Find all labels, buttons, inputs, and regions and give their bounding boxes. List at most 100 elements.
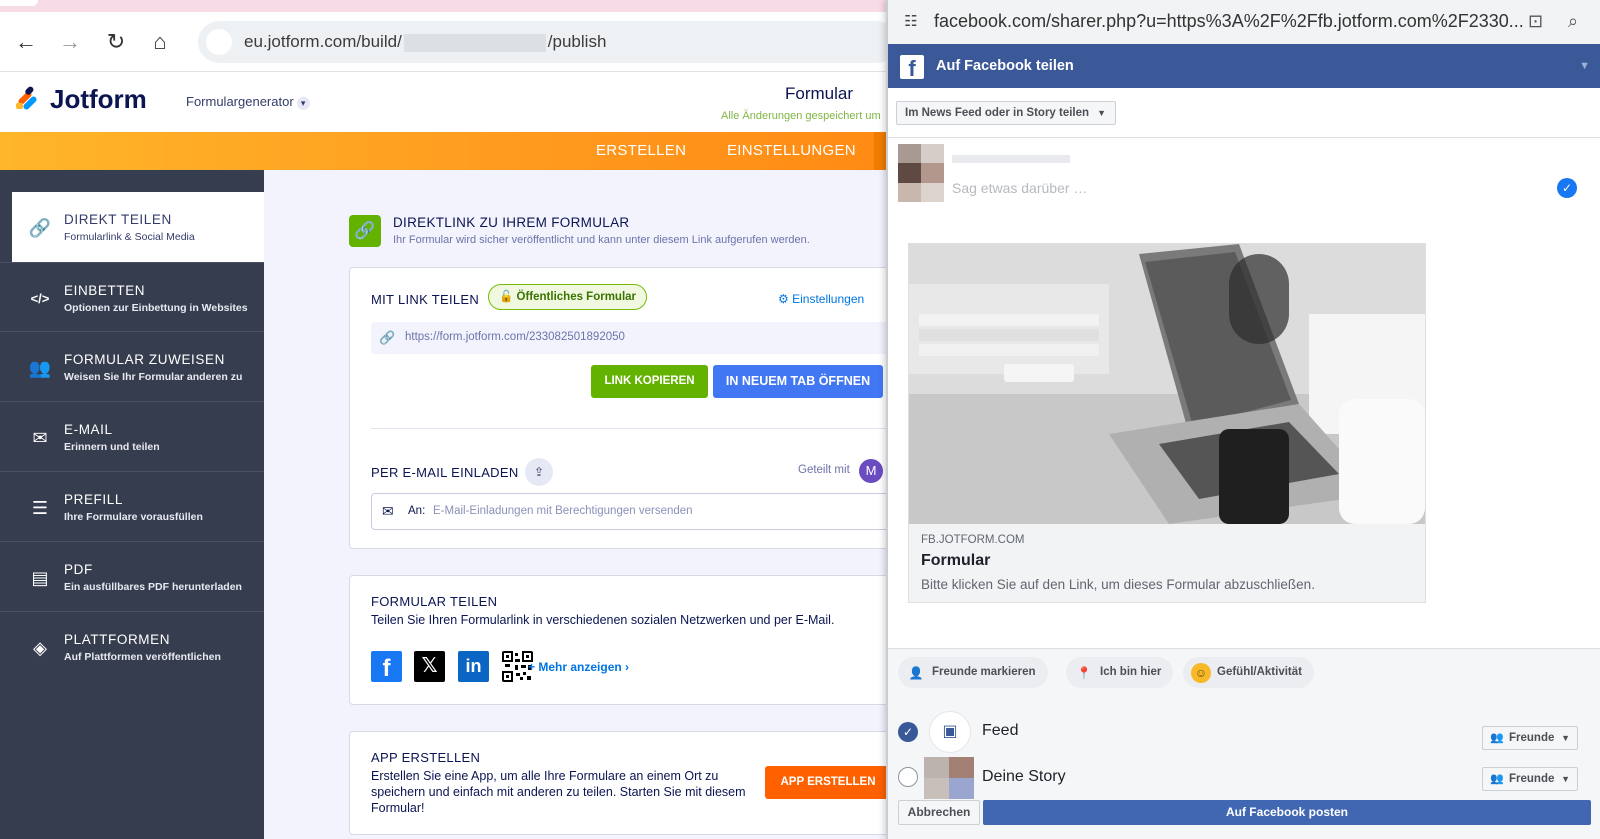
users-icon: 👥 [28,358,52,378]
app-description-line3: Formular! [371,801,425,815]
preview-description: Bitte klicken Sie auf den Link, um diese… [921,577,1315,592]
app-label: APP ERSTELLEN [371,750,481,765]
friends-icon: 👥 [1490,773,1504,785]
sidebar-item-plattformen[interactable]: ◈ PLATTFORMEN Auf Plattformen veröffentl… [0,612,264,682]
facebook-header: f Auf Facebook teilen ▼ [888,44,1600,88]
sidebar-item-einbetten[interactable]: </> EINBETTEN Optionen zur Einbettung in… [0,262,264,332]
sidebar-item-formular-zuweisen[interactable]: 👥 FORMULAR ZUWEISEN Weisen Sie Ihr Formu… [0,332,264,402]
feed-audience-select[interactable]: 👥 Freunde ▼ [1482,726,1578,750]
story-audience-select[interactable]: 👥 Freunde ▼ [1482,767,1578,791]
copy-link-button[interactable]: LINK KOPIEREN [591,365,708,398]
cancel-button[interactable]: Abbrechen [898,800,980,825]
saved-status: Alle Änderungen gespeichert um [721,110,881,122]
tag-friends-button[interactable]: 👤 Freunde markieren [898,657,1048,688]
facebook-header-title: Auf Facebook teilen [936,58,1074,74]
story-audience-label: Freunde [1509,773,1555,785]
tab-publish-edge[interactable] [874,132,886,170]
link-icon: 🔗 [28,218,52,238]
caret-down-icon: ▼ [1561,733,1570,743]
sidebar-item-subtitle: Weisen Sie Ihr Formular anderen zu [64,371,243,383]
settings-label: Einstellungen [792,292,865,306]
form-url-field[interactable]: 🔗 https://form.jotform.com/2330825018920… [371,322,911,354]
back-icon[interactable]: ← [14,30,38,54]
tab-einstellungen[interactable]: EINSTELLUNGEN [727,142,856,159]
feeling-activity-button[interactable]: ☺ Gefühl/Aktivität [1183,657,1314,688]
share-target-select[interactable]: Im News Feed oder in Story teilen ▼ [896,101,1117,125]
check-icon: ✓ [1557,178,1577,198]
redacted-segment [403,33,546,52]
preview-image [909,244,1425,524]
form-title[interactable]: Formular [785,84,853,104]
publish-main: 🔗 DIREKTLINK ZU IHREM FORMULAR Ihr Formu… [264,170,911,839]
direct-link-subtitle: Ihr Formular wird sicher veröffentlicht … [393,234,810,246]
sidebar-item-subtitle: Formularlink & Social Media [64,231,195,243]
home-icon[interactable]: ⌂ [148,30,172,54]
chevron-down-icon: ▾ [296,97,310,110]
site-settings-icon[interactable] [206,29,232,55]
divider [371,428,911,429]
show-more-link[interactable]: + Mehr anzeigen › [528,660,629,674]
app-card: APP ERSTELLEN Erstellen Sie eine App, um… [349,731,909,835]
envelope-icon: ✉ [32,428,48,448]
zoom-icon[interactable]: ⌕ [1568,11,1578,32]
email-invite-input[interactable]: ✉ An: E-Mail-Einladungen mit Berechtigun… [371,493,911,530]
forward-icon[interactable]: → [58,30,82,54]
story-radio[interactable] [898,767,918,787]
post-text-input[interactable]: Sag etwas darüber … [952,180,1087,196]
email-invite-label: PER E-MAIL EINLADEN [371,465,519,480]
app-description-line2: speichern und einfach mit anderen zu tei… [371,785,746,799]
sidebar-item-e-mail[interactable]: ✉ E-MAIL Erinnern und teilen [0,402,264,472]
feed-radio[interactable]: ✓ [898,722,918,742]
facebook-share-window: ☷ facebook.com/sharer.php?u=https%3A%2F%… [886,0,1600,839]
facebook-icon[interactable]: f [371,651,402,682]
create-app-button[interactable]: APP ERSTELLEN [765,766,891,799]
caret-down-icon[interactable]: ▼ [1579,60,1590,72]
check-in-label: Ich bin hier [1100,666,1162,678]
story-label: Deine Story [982,768,1066,785]
sidebar-item-direkt-teilen[interactable]: 🔗 DIREKT TEILEN Formularlink & Social Me… [12,192,264,262]
popup-url[interactable]: facebook.com/sharer.php?u=https%3A%2F%2F… [934,11,1524,32]
sidebar-item-subtitle: Ein ausfüllbares PDF herunterladen [64,581,242,593]
publish-sidebar: 🔗 DIREKT TEILEN Formularlink & Social Me… [0,170,264,839]
share-link-card: MIT LINK TEILEN 🔓 Öffentliches Formular … [349,267,911,549]
open-new-tab-button[interactable]: IN NEUEM TAB ÖFFNEN [713,365,883,398]
avatar[interactable]: M [859,459,883,483]
post-to-facebook-button[interactable]: Auf Facebook posten [983,800,1591,825]
check-in-button[interactable]: 📍 Ich bin hier [1066,657,1174,688]
sidebar-item-subtitle: Auf Plattformen veröffentlichen [64,651,221,663]
sidebar-item-title: PLATTFORMEN [64,632,171,647]
to-label: An: [408,505,426,517]
sidebar-item-pdf[interactable]: ▤ PDF Ein ausfüllbares PDF herunterladen [0,542,264,612]
facebook-icon: f [900,55,924,81]
sidebar-item-prefill[interactable]: ☰ PREFILL Ihre Formulare vorausfüllen [0,472,264,542]
smiley-icon: ☺ [1191,663,1211,683]
link-icon: 🔗 [379,330,396,345]
address-bar[interactable]: eu.jotform.com/build//publish [198,21,898,63]
reload-icon[interactable]: ↻ [104,30,128,54]
preview-title: Formular [921,552,991,569]
settings-link[interactable]: ⚙ Einstellungen [778,292,864,306]
location-pin-icon: 📍 [1076,666,1092,680]
sidebar-item-title: PREFILL [64,492,123,507]
logo-text[interactable]: Jotform [50,84,147,115]
link-preview[interactable]: FB.JOTFORM.COM Formular Bitte klicken Si… [908,243,1426,603]
caret-down-icon: ▼ [1561,774,1570,784]
install-icon[interactable]: ⊡ [1528,11,1543,32]
public-form-badge[interactable]: 🔓 Öffentliches Formular [488,284,648,310]
divider [888,137,1600,138]
tab-erstellen[interactable]: ERSTELLEN [596,142,686,159]
user-avatar [898,144,944,202]
form-generator-label: Formulargenerator [186,94,294,109]
email-placeholder: E-Mail-Einladungen mit Berechtigungen ve… [433,505,693,517]
linkedin-icon[interactable]: in [458,651,489,682]
form-generator-menu[interactable]: Formulargenerator ▾ [186,94,310,110]
x-icon[interactable]: 𝕏 [414,651,445,682]
tag-friends-icon: 👤 [908,666,924,680]
direct-link-icon: 🔗 [349,215,381,247]
upload-icon[interactable]: ⇪ [525,458,553,486]
sidebar-item-subtitle: Optionen zur Einbettung in Websites [64,302,248,314]
share-form-description: Teilen Sie Ihren Formularlink in verschi… [371,613,835,627]
site-settings-icon[interactable]: ☷ [898,9,924,35]
direct-link-title: DIREKTLINK ZU IHREM FORMULAR [393,215,630,230]
browser-toolbar: ← → ↻ ⌂ eu.jotform.com/build//publish [0,12,898,72]
